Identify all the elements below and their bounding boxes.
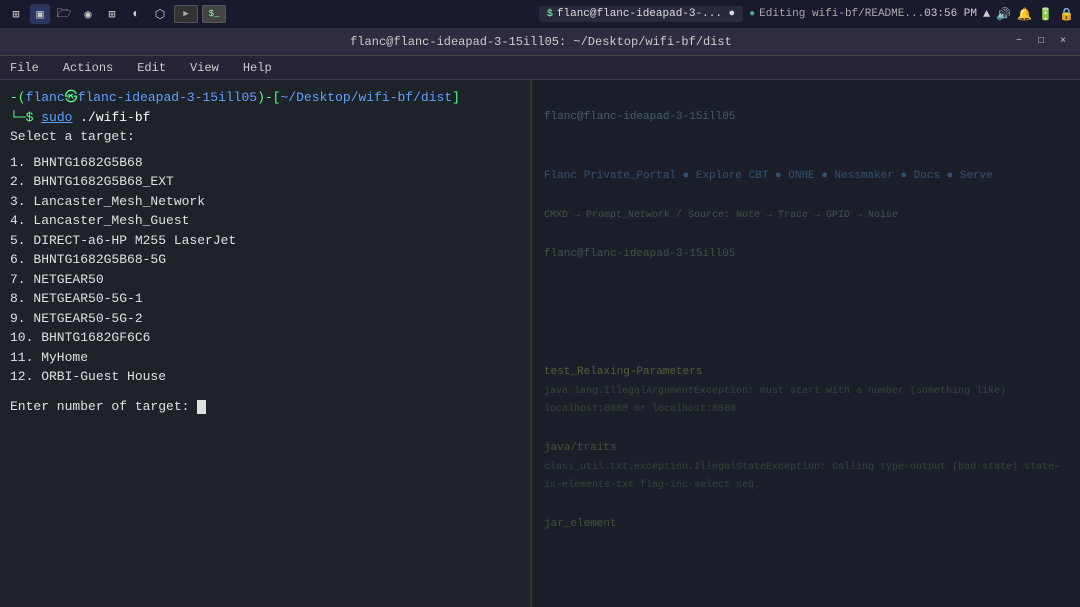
- network-2: 2. BHNTG1682G5B68_EXT: [10, 172, 520, 192]
- editor-line-21: jar_element: [544, 515, 1068, 535]
- taskbar-time: 03:56 PM: [924, 8, 977, 20]
- editor-line-18: java/traits: [544, 439, 1068, 459]
- network-8: 8. NETGEAR50-5G-1: [10, 289, 520, 309]
- network-1: 1. BHNTG1682G5B68: [10, 153, 520, 173]
- taskbar-icon-8[interactable]: ▶: [174, 5, 198, 23]
- terminal-pane[interactable]: -(flanc㉿flanc-ideapad-3-15ill05)-[~/Desk…: [0, 80, 530, 607]
- editor-line-8: [544, 225, 1068, 245]
- select-label: Select a target:: [10, 127, 520, 147]
- editor-pane: flanc@flanc-ideapad-3-15ill05 Flanc Priv…: [532, 80, 1080, 607]
- taskbar-icon-terminal[interactable]: $_: [202, 5, 226, 23]
- editor-line-4: [544, 147, 1068, 167]
- menu-edit[interactable]: Edit: [133, 59, 170, 77]
- network-12: 12. ORBI-Guest House: [10, 367, 520, 387]
- editor-line-20: [544, 495, 1068, 515]
- editor-line-5: Flanc Private_Portal ● Explore CBT ● ONH…: [544, 167, 1068, 187]
- terminal-content: -(flanc㉿flanc-ideapad-3-15ill05)-[~/Desk…: [0, 80, 1080, 607]
- title-bar-text: flanc@flanc-ideapad-3-15ill05: ~/Desktop…: [70, 35, 1012, 49]
- taskbar-battery-icon: 🔋: [1038, 7, 1053, 22]
- network-9: 9. NETGEAR50-5G-2: [10, 309, 520, 329]
- spacer2: [10, 387, 520, 397]
- editor-line-17: [544, 419, 1068, 439]
- taskbar-notify-icon: 🔔: [1017, 7, 1032, 22]
- editor-line-13: [544, 324, 1068, 344]
- network-6: 6. BHNTG1682G5B68-5G: [10, 250, 520, 270]
- menu-view[interactable]: View: [186, 59, 223, 77]
- menu-file[interactable]: File: [6, 59, 43, 77]
- editor-line-9: flanc@flanc-ideapad-3-15ill05: [544, 245, 1068, 265]
- editor-line-2: flanc@flanc-ideapad-3-15ill05: [544, 108, 1068, 128]
- taskbar-audio-icon: 🔊: [996, 7, 1011, 22]
- taskbar-icon-2[interactable]: ▣: [30, 4, 50, 24]
- title-bar: flanc@flanc-ideapad-3-15ill05: ~/Desktop…: [0, 28, 1080, 56]
- terminal-window: flanc@flanc-ideapad-3-15ill05: ~/Desktop…: [0, 28, 1080, 607]
- editor-line-1: [544, 88, 1068, 108]
- taskbar-icon-7[interactable]: ⬡: [150, 4, 170, 24]
- cursor: [197, 400, 206, 414]
- maximize-button[interactable]: □: [1034, 35, 1048, 49]
- title-bar-controls: − □ ×: [1012, 35, 1070, 49]
- taskbar-terminal-tab[interactable]: $ flanc@flanc-ideapad-3-... ●: [539, 6, 743, 22]
- network-11: 11. MyHome: [10, 348, 520, 368]
- menu-bar: File Actions Edit View Help: [0, 56, 1080, 80]
- network-list: 1. BHNTG1682G5B68 2. BHNTG1682G5B68_EXT …: [10, 153, 520, 387]
- editor-line-10: [544, 264, 1068, 284]
- taskbar-lock-icon: 🔒: [1059, 7, 1074, 22]
- editor-line-19: class_util.txt.exception.IllegalStateExc…: [544, 459, 1068, 495]
- network-7: 7. NETGEAR50: [10, 270, 520, 290]
- taskbar-editor-tab[interactable]: ● Editing wifi-bf/README...: [749, 8, 924, 20]
- minimize-button[interactable]: −: [1012, 35, 1026, 49]
- taskbar: ⊞ ▣ 🗁 ◉ ⊞ ◐ ⬡ ▶ $_ $ flanc@flanc-ideapad…: [0, 0, 1080, 28]
- taskbar-left: ⊞ ▣ 🗁 ◉ ⊞ ◐ ⬡ ▶ $_: [6, 4, 539, 24]
- editor-line-15: test_Relaxing-Parameters: [544, 363, 1068, 383]
- taskbar-icon-6[interactable]: ◐: [126, 4, 146, 24]
- command-line: └─$ sudo ./wifi-bf: [10, 108, 520, 128]
- editor-line-7: CMXD → Prompt_Network / Source: Note → T…: [544, 207, 1068, 225]
- editor-line-16: java.lang.IllegalArgumentException: must…: [544, 383, 1068, 419]
- taskbar-icon-5[interactable]: ⊞: [102, 4, 122, 24]
- network-3: 3. Lancaster_Mesh_Network: [10, 192, 520, 212]
- sudo-text: sudo: [41, 110, 72, 125]
- network-10: 10. BHNTG1682GF6C6: [10, 328, 520, 348]
- enter-prompt-line: Enter number of target:: [10, 397, 520, 417]
- editor-faded-text: flanc@flanc-ideapad-3-15ill05 Flanc Priv…: [544, 88, 1068, 534]
- prompt-line: -(flanc㉿flanc-ideapad-3-15ill05)-[~/Desk…: [10, 88, 520, 108]
- network-5: 5. DIRECT-a6-HP M255 LaserJet: [10, 231, 520, 251]
- taskbar-icon-4[interactable]: ◉: [78, 4, 98, 24]
- network-4: 4. Lancaster_Mesh_Guest: [10, 211, 520, 231]
- menu-actions[interactable]: Actions: [59, 59, 117, 77]
- menu-help[interactable]: Help: [239, 59, 276, 77]
- taskbar-center: $ flanc@flanc-ideapad-3-... ● ● Editing …: [539, 6, 924, 22]
- editor-content: flanc@flanc-ideapad-3-15ill05 Flanc Priv…: [532, 80, 1080, 542]
- taskbar-icon-1[interactable]: ⊞: [6, 4, 26, 24]
- taskbar-icon-3[interactable]: 🗁: [54, 4, 74, 24]
- editor-line-14: [544, 344, 1068, 364]
- editor-line-3: [544, 128, 1068, 148]
- taskbar-right: 03:56 PM ▲ 🔊 🔔 🔋 🔒: [924, 7, 1074, 22]
- editor-line-11: [544, 284, 1068, 304]
- editor-line-6: [544, 187, 1068, 207]
- close-button[interactable]: ×: [1056, 35, 1070, 49]
- taskbar-wifi-icon: ▲: [983, 7, 990, 21]
- editor-line-12: [544, 304, 1068, 324]
